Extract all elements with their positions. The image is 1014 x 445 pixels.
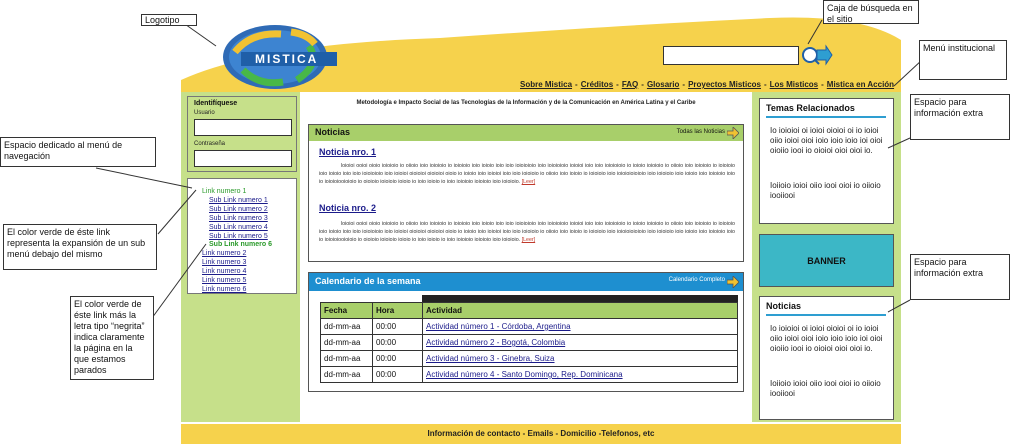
annotation-extra-info-2: Espacio para información extra bbox=[910, 254, 1010, 300]
annotation-logo: Logotipo bbox=[141, 14, 197, 26]
annotation-expanded-link: El color verde de éste link representa l… bbox=[3, 224, 157, 270]
page-mockup: MISTICA Sobre Mistica - Créditos - FAQ - Glosa… bbox=[0, 0, 1014, 445]
annotation-institutional-menu: Menú institucional bbox=[919, 40, 1007, 80]
annotation-navigation-space: Espacio dedicado al menú de navegación bbox=[0, 137, 156, 167]
annotation-current-link: El color verde de éste link más la letra… bbox=[70, 296, 154, 380]
annotation-extra-info-1: Espacio para información extra bbox=[910, 94, 1010, 140]
annotation-search: Caja de búsqueda en el sitio bbox=[823, 0, 919, 24]
